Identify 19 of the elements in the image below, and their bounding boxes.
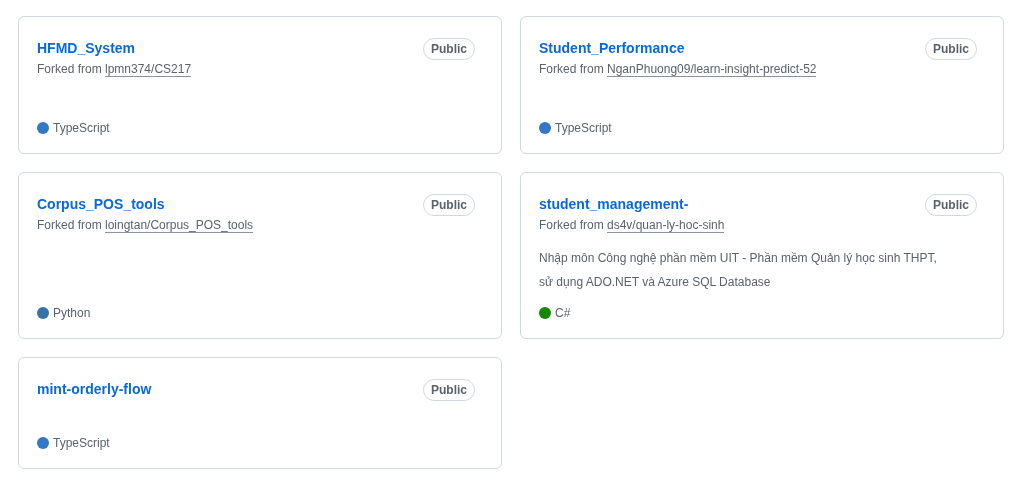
repository-link[interactable]: Corpus_POS_tools <box>37 193 165 215</box>
source-repository-link[interactable]: ds4v/quan-ly-hoc-sinh <box>607 218 725 233</box>
source-repository-link[interactable]: NganPhuong09/learn-insight-predict-52 <box>607 62 817 77</box>
language-label: TypeScript <box>53 120 110 137</box>
repository-link[interactable]: HFMD_System <box>37 37 136 59</box>
fork-note: Forked from NganPhuong09/learn-insight-predict-52 <box>539 61 818 78</box>
source-repository-link[interactable]: lpmn374/CS217 <box>105 62 192 77</box>
repository-link[interactable]: Student_Performance <box>539 37 685 59</box>
language-label: Python <box>53 305 91 322</box>
language-label: C# <box>555 305 571 322</box>
language-label: TypeScript <box>53 435 110 452</box>
repository-description: Nhập môn Công nghệ phần mềm UIT - Phần mềm Quản lý học sinh THPT, sử dụng ADO.NET và Azure SQL Database <box>539 250 938 291</box>
repository-link[interactable]: mint-orderly-flow <box>37 378 152 400</box>
fork-note: Forked from lpmn374/CS217 <box>37 61 193 78</box>
source-repository-link[interactable]: loingtan/Corpus_POS_tools <box>105 218 254 233</box>
language-label: TypeScript <box>555 120 612 137</box>
fork-note: Forked from loingtan/Corpus_POS_tools <box>37 217 255 234</box>
repository-link[interactable]: student_management- <box>539 193 689 215</box>
fork-note: Forked from ds4v/quan-ly-hoc-sinh <box>539 217 726 234</box>
